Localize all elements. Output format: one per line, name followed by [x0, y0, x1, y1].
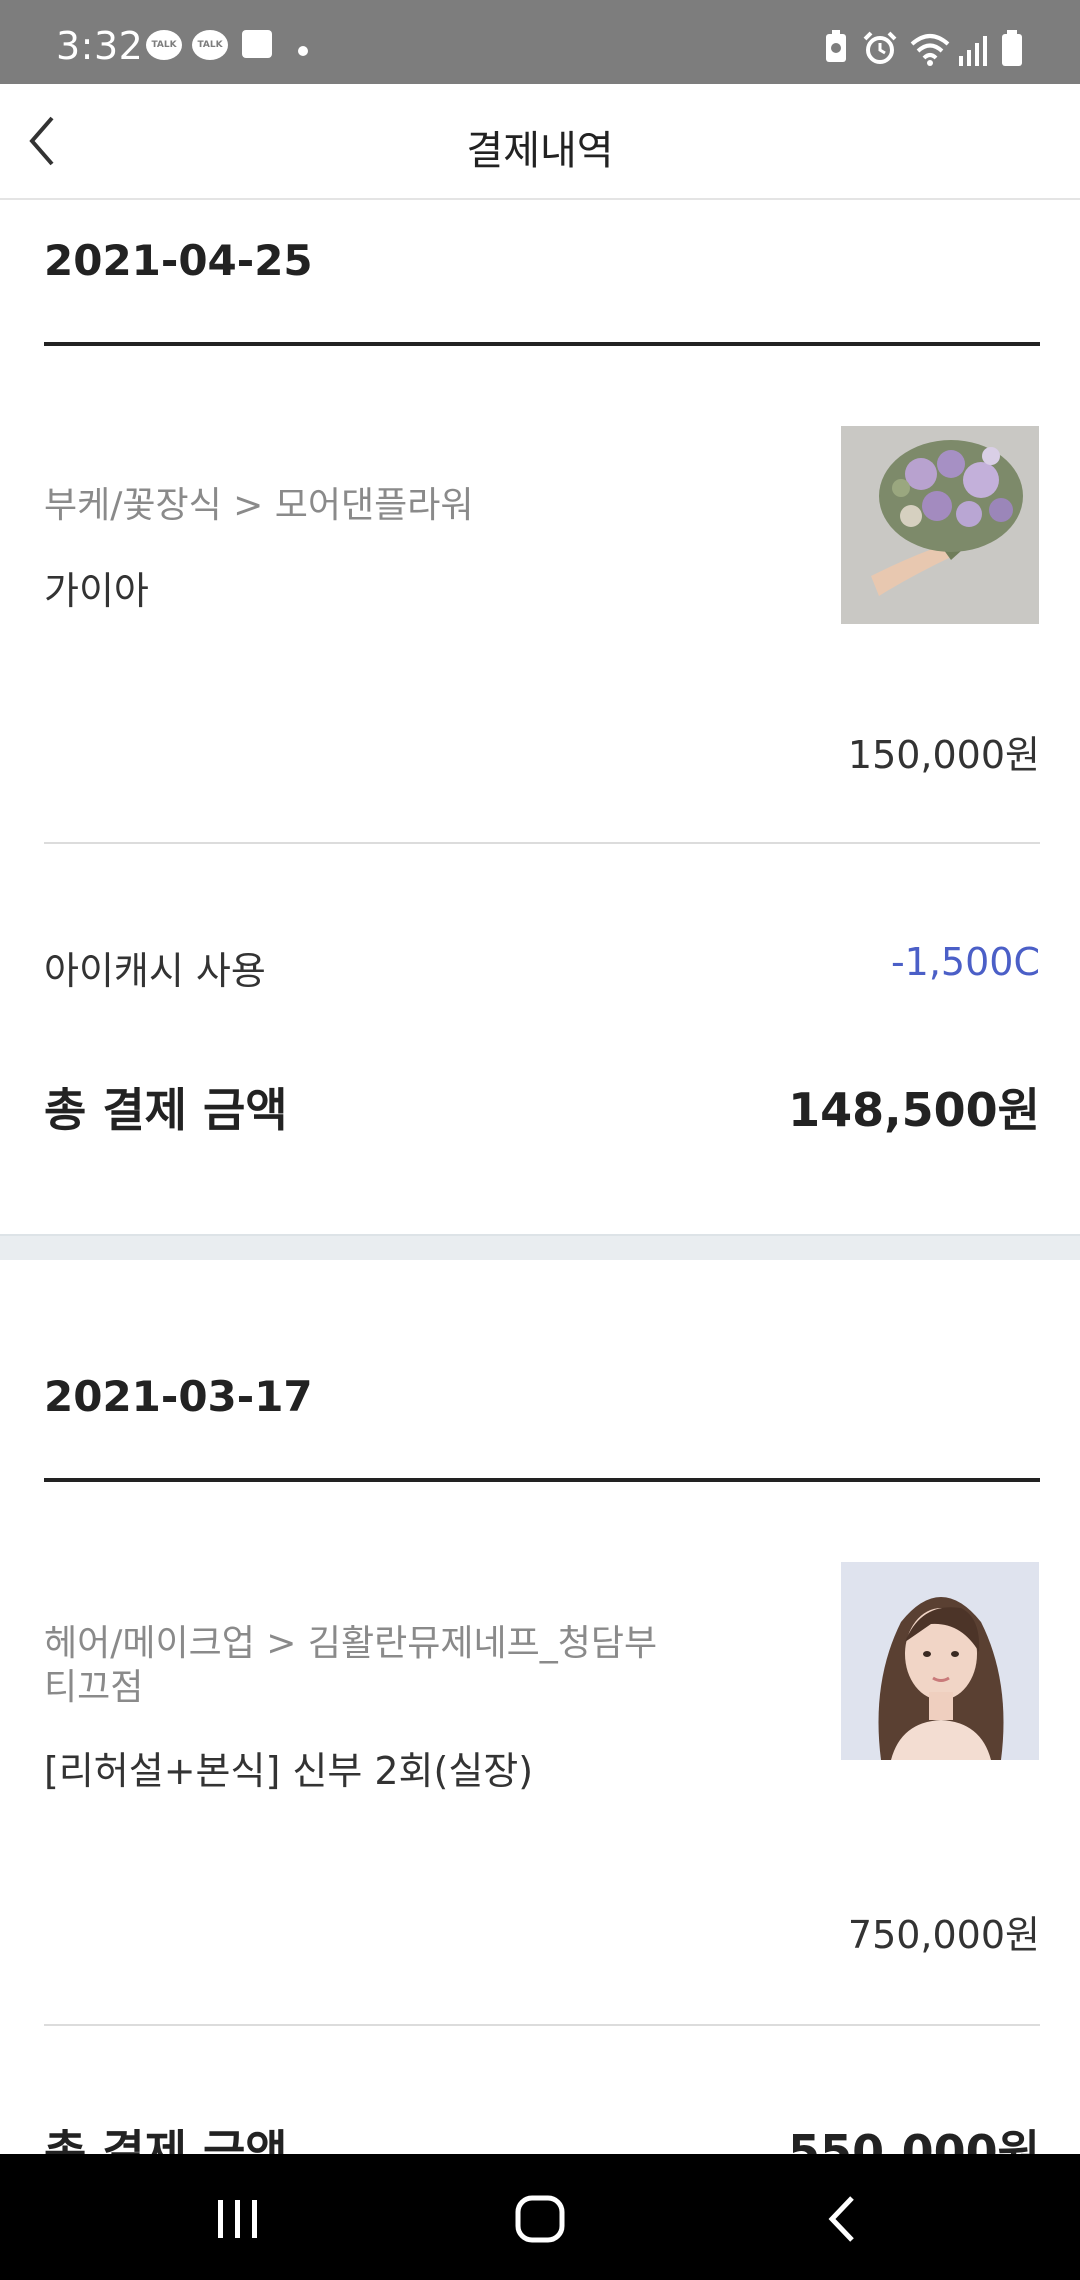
total-value: 550,000원 — [788, 2125, 1040, 2154]
status-time: 3:32 — [56, 24, 144, 68]
divider — [44, 1478, 1040, 1482]
product-name[interactable]: [리허설+본식] 신부 2회(실장) — [44, 1740, 533, 1795]
kakaotalk-icon: TALK — [146, 30, 182, 60]
wifi-icon — [910, 34, 950, 66]
battery-saver-icon — [826, 30, 846, 62]
order-date: 2021-03-17 — [44, 1372, 313, 1421]
battery-icon — [1002, 30, 1022, 66]
order-category[interactable]: 부케/꽃장식 > 모어댄플라워 — [44, 484, 684, 528]
recent-apps-icon[interactable] — [214, 2198, 262, 2240]
signal-icon — [959, 36, 987, 66]
app-bar: 결제내역 — [0, 84, 1080, 200]
dot-icon — [298, 46, 308, 56]
cash-label: 아이캐시 사용 — [44, 949, 266, 993]
order-history-list[interactable]: 2021-04-25 부케/꽃장식 > 모어댄플라워 가이아 150,000원 — [0, 200, 1080, 2154]
total-value: 148,500원 — [788, 1083, 1040, 1137]
divider — [44, 842, 1040, 844]
product-thumbnail[interactable] — [841, 426, 1039, 624]
bride-portrait-photo-icon — [841, 1562, 1039, 1760]
total-label: 총 결제 금액 — [44, 2125, 288, 2154]
order-category[interactable]: 헤어/메이크업 > 김활란뮤제네프_청담부티끄점 — [44, 1622, 684, 1710]
divider — [44, 2024, 1040, 2026]
product-price: 150,000원 — [847, 733, 1040, 777]
talk-label: TALK — [197, 40, 223, 50]
home-icon[interactable] — [514, 2194, 566, 2244]
cash-value: -1,500C — [890, 940, 1040, 984]
kakaotalk-icon: TALK — [192, 30, 228, 60]
product-thumbnail[interactable] — [841, 1562, 1039, 1760]
bouquet-photo-icon — [841, 426, 1039, 624]
back-icon[interactable] — [824, 2194, 860, 2244]
system-nav-bar — [0, 2154, 1080, 2280]
section-separator — [0, 1234, 1080, 1260]
order-date: 2021-04-25 — [44, 236, 313, 285]
product-price: 750,000원 — [847, 1913, 1040, 1957]
page-title: 결제내역 — [466, 128, 614, 174]
alarm-icon — [863, 31, 897, 64]
talk-label: TALK — [151, 40, 177, 50]
product-name[interactable]: 가이아 — [44, 560, 149, 615]
image-icon — [242, 30, 272, 58]
divider — [44, 342, 1040, 346]
total-label: 총 결제 금액 — [44, 1083, 288, 1137]
status-bar: 3:32 TALK TALK — [0, 0, 1080, 84]
